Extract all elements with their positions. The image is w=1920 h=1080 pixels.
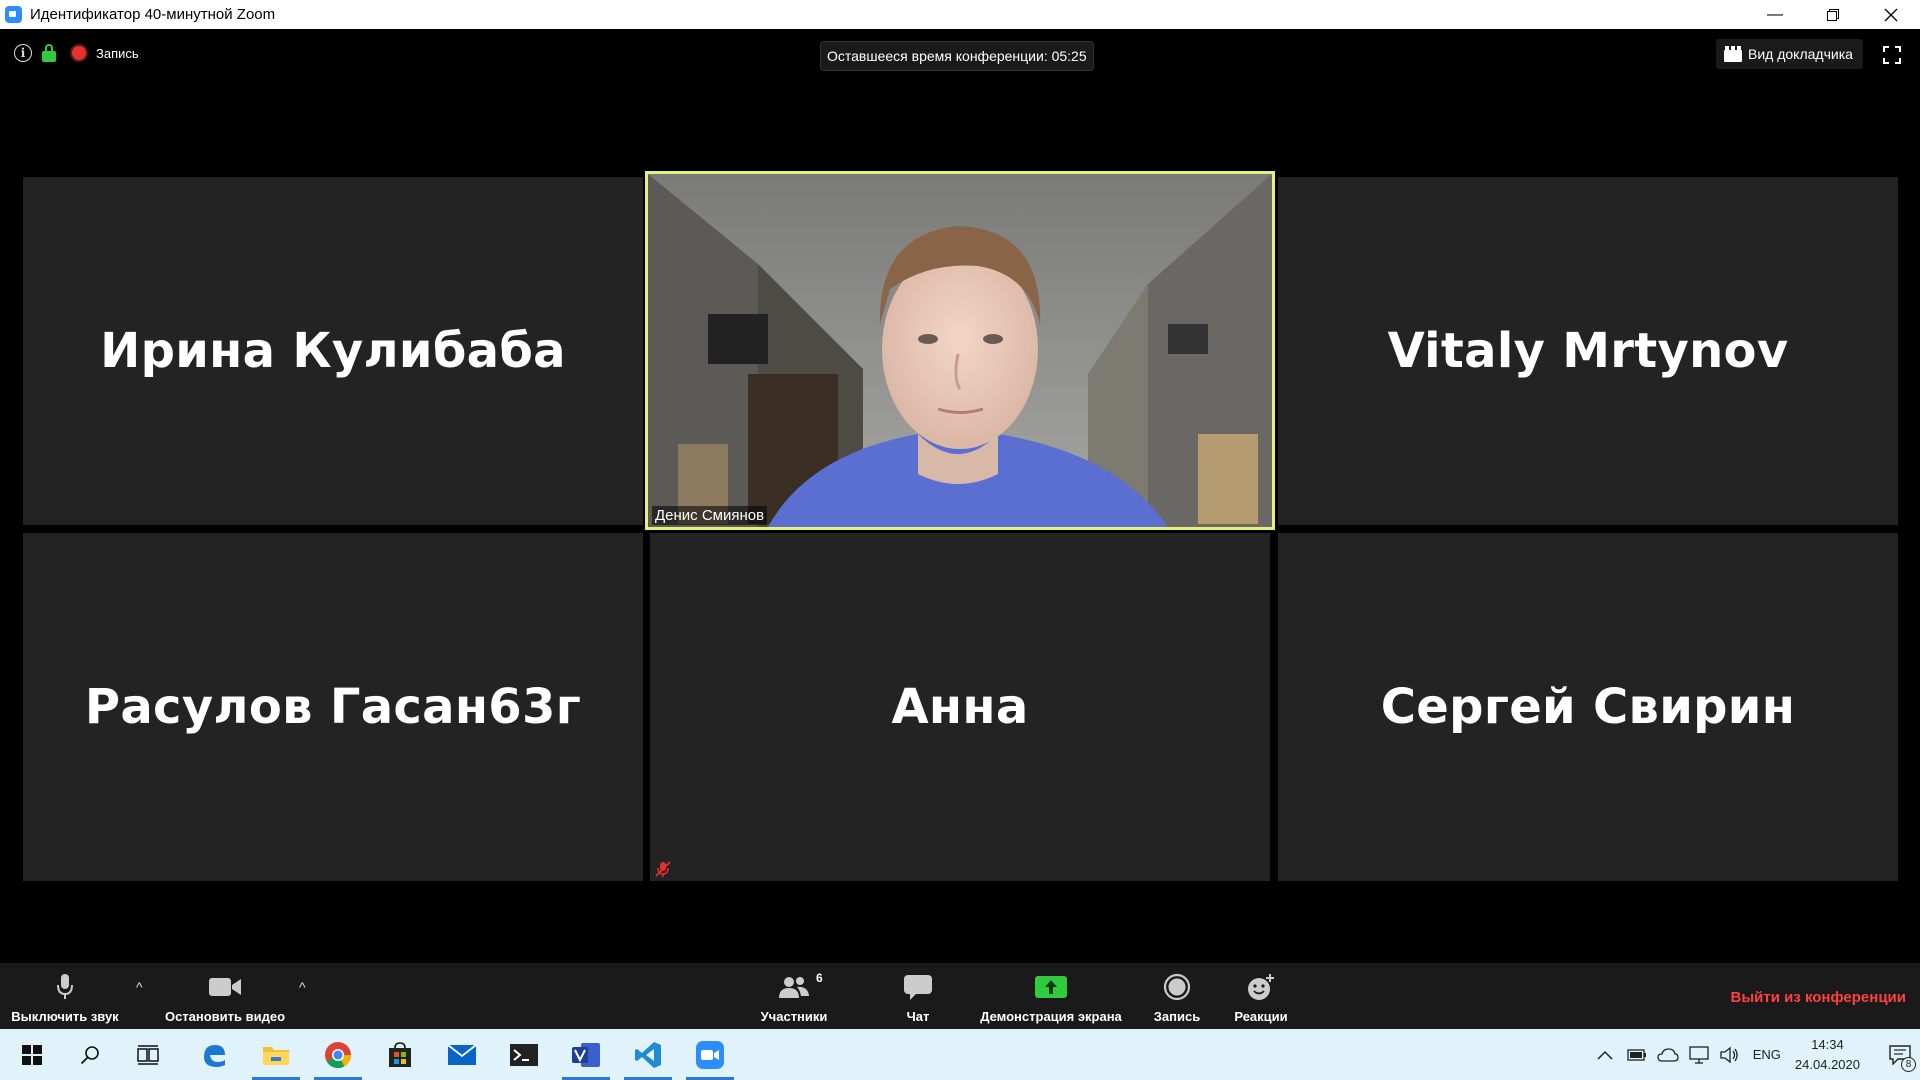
windows-taskbar: ENG 14:34 24.04.2020 8 <box>0 1029 1920 1080</box>
recording-dot-icon <box>72 46 86 60</box>
restore-icon <box>1827 8 1839 21</box>
taskbar-visio[interactable] <box>558 1029 614 1080</box>
edge-browser-icon <box>204 1044 225 1067</box>
recording-label: Запись <box>96 45 139 61</box>
task-view-icon <box>137 1044 159 1065</box>
participant-tile[interactable]: Анна <box>650 533 1270 881</box>
speaker-view-icon <box>1724 46 1742 62</box>
video-options-caret-icon[interactable]: ^ <box>299 979 306 995</box>
participant-tile[interactable]: Vitaly Mrtynov <box>1278 177 1898 525</box>
zoom-icon <box>696 1040 724 1069</box>
title-bar: Идентификатор 40-минутной Zoom — <box>0 0 1920 29</box>
record-label: Запись <box>1153 1009 1201 1024</box>
muted-microphone-icon <box>655 861 671 877</box>
chrome-icon <box>325 1041 352 1068</box>
mute-label: Выключить звук <box>11 1009 119 1024</box>
active-speaker-video-tile[interactable]: Денис Смиянов <box>645 171 1275 530</box>
battery-icon[interactable] <box>1627 1047 1647 1063</box>
vscode-icon <box>635 1041 661 1068</box>
close-icon <box>1884 8 1898 21</box>
speaker-view-button[interactable]: Вид докладчика <box>1716 39 1863 69</box>
meeting-status: i Запись <box>14 44 139 62</box>
video-camera-icon <box>209 978 241 996</box>
share-screen-icon <box>1035 976 1067 998</box>
taskbar-chrome[interactable] <box>310 1029 366 1080</box>
share-screen-button[interactable]: Демонстрация экрана <box>968 963 1134 1029</box>
participant-tile[interactable]: Расулов Гасан63г <box>23 533 643 881</box>
chat-icon <box>904 975 932 1000</box>
share-screen-label: Демонстрация экрана <box>980 1009 1122 1024</box>
leave-meeting-button[interactable]: Выйти из конференции <box>1731 989 1906 1006</box>
system-tray: ENG 14:34 24.04.2020 8 <box>1597 1029 1920 1080</box>
taskbar-vscode[interactable] <box>620 1029 676 1080</box>
start-button[interactable] <box>4 1029 60 1080</box>
participants-label: Участники <box>760 1009 828 1024</box>
reactions-button[interactable]: Реакции <box>1226 963 1296 1029</box>
input-language-indicator[interactable]: ENG <box>1753 1047 1781 1062</box>
chat-button[interactable]: Чат <box>888 963 948 1029</box>
notification-count-badge: 8 <box>1901 1057 1916 1072</box>
participant-tile[interactable]: Сергей Свирин <box>1278 533 1898 881</box>
info-icon[interactable]: i <box>14 44 32 62</box>
taskbar-zoom[interactable] <box>682 1029 738 1080</box>
minimize-button[interactable]: — <box>1746 0 1804 29</box>
taskbar-edge[interactable] <box>186 1029 242 1080</box>
participant-name: Расулов Гасан63г <box>84 679 582 735</box>
participants-count: 6 <box>816 971 823 985</box>
meeting-top-bar: i Запись Оставшееся время конференции: 0… <box>0 29 1920 79</box>
participant-name: Сергей Свирин <box>1380 679 1796 735</box>
taskbar-store[interactable] <box>372 1029 428 1080</box>
show-hidden-icons-chevron-icon[interactable] <box>1597 1050 1613 1060</box>
windows-logo-icon <box>22 1044 42 1065</box>
speaker-view-label: Вид докладчика <box>1748 46 1853 62</box>
meeting-time-remaining: Оставшееся время конференции: 05:25 <box>820 41 1094 71</box>
visio-icon <box>572 1042 600 1067</box>
taskbar-terminal[interactable] <box>496 1029 552 1080</box>
video-label: Остановить видео <box>164 1009 286 1024</box>
action-center-button[interactable]: 8 <box>1880 1029 1920 1080</box>
reactions-label: Реакции <box>1234 1009 1288 1024</box>
participant-name: Ирина Кулибаба <box>100 323 566 379</box>
search-button[interactable] <box>62 1029 118 1080</box>
onedrive-cloud-icon[interactable] <box>1657 1047 1679 1062</box>
participant-name: Денис Смиянов <box>652 506 768 525</box>
mail-icon <box>447 1043 477 1065</box>
participant-tile[interactable]: Ирина Кулибаба <box>23 177 643 525</box>
terminal-icon <box>510 1043 538 1066</box>
mute-button[interactable]: Выключить звук <box>4 963 126 1029</box>
close-button[interactable] <box>1862 0 1920 29</box>
search-icon <box>80 1045 99 1064</box>
restore-button[interactable] <box>1804 0 1862 29</box>
volume-icon[interactable] <box>1719 1046 1739 1064</box>
audio-options-caret-icon[interactable]: ^ <box>136 979 143 995</box>
encryption-lock-icon[interactable] <box>42 44 56 62</box>
taskbar-clock[interactable]: 14:34 24.04.2020 <box>1795 1035 1860 1075</box>
meeting-controls-toolbar: Выключить звук ^ Остановить видео ^ Учас… <box>0 963 1920 1029</box>
window-controls: — <box>1746 0 1920 29</box>
clock-date: 24.04.2020 <box>1794 1056 1860 1072</box>
participant-video <box>648 174 1272 527</box>
participant-name: Анна <box>891 679 1029 735</box>
task-view-button[interactable] <box>120 1029 176 1080</box>
store-icon <box>389 1041 411 1067</box>
participant-name: Vitaly Mrtynov <box>1387 323 1789 379</box>
network-icon[interactable] <box>1689 1045 1709 1064</box>
taskbar-mail[interactable] <box>434 1029 490 1080</box>
fullscreen-icon[interactable] <box>1883 46 1901 64</box>
reactions-icon <box>1248 974 1274 1000</box>
participants-icon <box>779 977 809 998</box>
window-title: Идентификатор 40-минутной Zoom <box>30 6 276 23</box>
taskbar-file-explorer[interactable] <box>248 1029 304 1080</box>
zoom-window: Идентификатор 40-минутной Zoom — i Запис… <box>0 0 1920 1080</box>
zoom-app-icon <box>5 6 22 23</box>
file-explorer-icon <box>263 1046 289 1065</box>
record-icon <box>1163 973 1191 1001</box>
record-button[interactable]: Запись <box>1144 963 1210 1029</box>
microphone-icon <box>57 974 73 999</box>
stop-video-button[interactable]: Остановить видео <box>158 963 292 1029</box>
clock-time: 14:34 <box>1811 1036 1844 1052</box>
chat-label: Чат <box>906 1009 930 1024</box>
participants-button[interactable]: Участники <box>752 963 836 1029</box>
